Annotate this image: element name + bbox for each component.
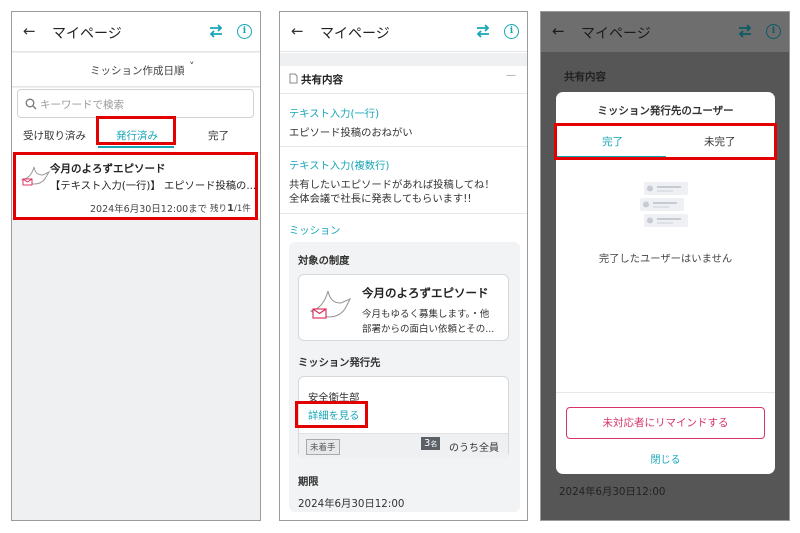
search-placeholder: キーワードで検索 <box>40 99 124 111</box>
left-arrow-icon[interactable]: ← <box>23 22 36 40</box>
section-title: 共有内容 <box>301 74 343 86</box>
target-label: 対象の制度 <box>298 255 350 267</box>
empty-message: 完了したユーザーはいません <box>598 253 733 265</box>
field-value: 共有したいエピソードがあれば投稿してね！ <box>289 179 495 191</box>
deadline-value: 2024年6月30日12:00 <box>559 486 666 498</box>
field-value: 全体会議で社長に発表してもらいます!! <box>289 193 472 205</box>
chevron-down-icon: ˅ <box>189 60 195 73</box>
search-icon <box>25 98 37 110</box>
count-badge: 3名 <box>421 437 441 450</box>
mission-section-label: ミッション <box>289 225 341 237</box>
divider <box>556 392 775 393</box>
app-header: ← マイページ i <box>280 12 527 52</box>
field-label: テキスト入力(複数行) <box>289 160 390 172</box>
divider <box>280 146 527 147</box>
app-header: ← マイページ i <box>12 12 260 52</box>
info-icon[interactable]: i <box>237 24 252 39</box>
phone-screen-users-modal: ← マイページ i 共有内容 2024年6月30日12:00 ミッション発行先の… <box>540 11 790 521</box>
swap-arrows-icon[interactable] <box>737 23 753 39</box>
field-value: エピソード投稿のおねがい <box>289 127 413 139</box>
phone-screen-issued-list: ← マイページ i ミッション作成日順 ˅ キーワードで検索 受け取り済み 発行… <box>11 11 261 521</box>
field-label: テキスト入力(一行) <box>289 108 380 120</box>
count-unit: 名 <box>430 440 438 448</box>
tab-received[interactable]: 受け取り済み <box>23 128 86 143</box>
tab-indicator <box>98 146 174 148</box>
highlight-box <box>554 123 777 160</box>
info-icon[interactable]: i <box>766 24 781 39</box>
page-title: マイページ <box>52 26 122 42</box>
status-badge: 未着手 <box>306 439 340 455</box>
deadline-value: 2024年6月30日12:00 <box>298 498 405 510</box>
sort-bar[interactable]: ミッション作成日順 ˅ <box>12 53 260 87</box>
modal-title: ミッション発行先のユーザー <box>597 105 734 117</box>
left-arrow-icon[interactable]: ← <box>552 22 565 40</box>
sort-label: ミッション作成日順 <box>90 65 185 77</box>
mission-desc: 今月もゆるく募集します。・他 <box>362 309 490 320</box>
info-icon[interactable]: i <box>504 24 519 39</box>
app-header: ← マイページ i <box>541 12 789 52</box>
mission-panel: 対象の制度 今月のよろずエピソード 今月もゆるく募集します。・他 部署からの面白… <box>289 242 520 512</box>
tab-completed[interactable]: 完了 <box>208 128 229 143</box>
remind-button[interactable]: 未対応者にリマインドする <box>566 407 765 439</box>
mission-card[interactable]: 今月のよろずエピソード 今月もゆるく募集します。・他 部署からの面白い依頼とその… <box>298 274 509 341</box>
issue-to-label: ミッション発行先 <box>298 357 381 369</box>
dove-letter-icon <box>309 290 352 319</box>
count-suffix: のうち全員 <box>449 443 499 454</box>
close-button[interactable]: 閉じる <box>556 451 775 466</box>
divider <box>280 53 527 66</box>
divider <box>280 213 527 214</box>
search-input[interactable]: キーワードで検索 <box>17 89 254 118</box>
swap-arrows-icon[interactable] <box>475 23 491 39</box>
progress-row: 未着手 3名 のうち全員 <box>299 433 508 458</box>
highlight-box <box>96 116 176 145</box>
highlight-box <box>295 401 368 428</box>
swap-arrows-icon[interactable] <box>208 23 224 39</box>
user-list-icon <box>640 182 688 227</box>
mission-desc: 部署からの面白い依頼とその... <box>362 324 495 335</box>
page-title: マイページ <box>320 26 390 42</box>
page-title: マイページ <box>581 26 651 42</box>
divider <box>280 93 527 94</box>
left-arrow-icon[interactable]: ← <box>291 22 304 40</box>
document-icon <box>289 73 298 84</box>
deadline-label: 期限 <box>298 476 319 488</box>
mission-title: 今月のよろずエピソード <box>362 286 489 300</box>
section-title: 共有内容 <box>564 71 606 83</box>
collapse-icon[interactable]: — <box>506 70 516 81</box>
phone-screen-mission-detail: ← マイページ i 共有内容 — テキスト入力(一行) エピソード投稿のおねがい… <box>279 11 528 521</box>
highlight-box <box>13 152 258 220</box>
